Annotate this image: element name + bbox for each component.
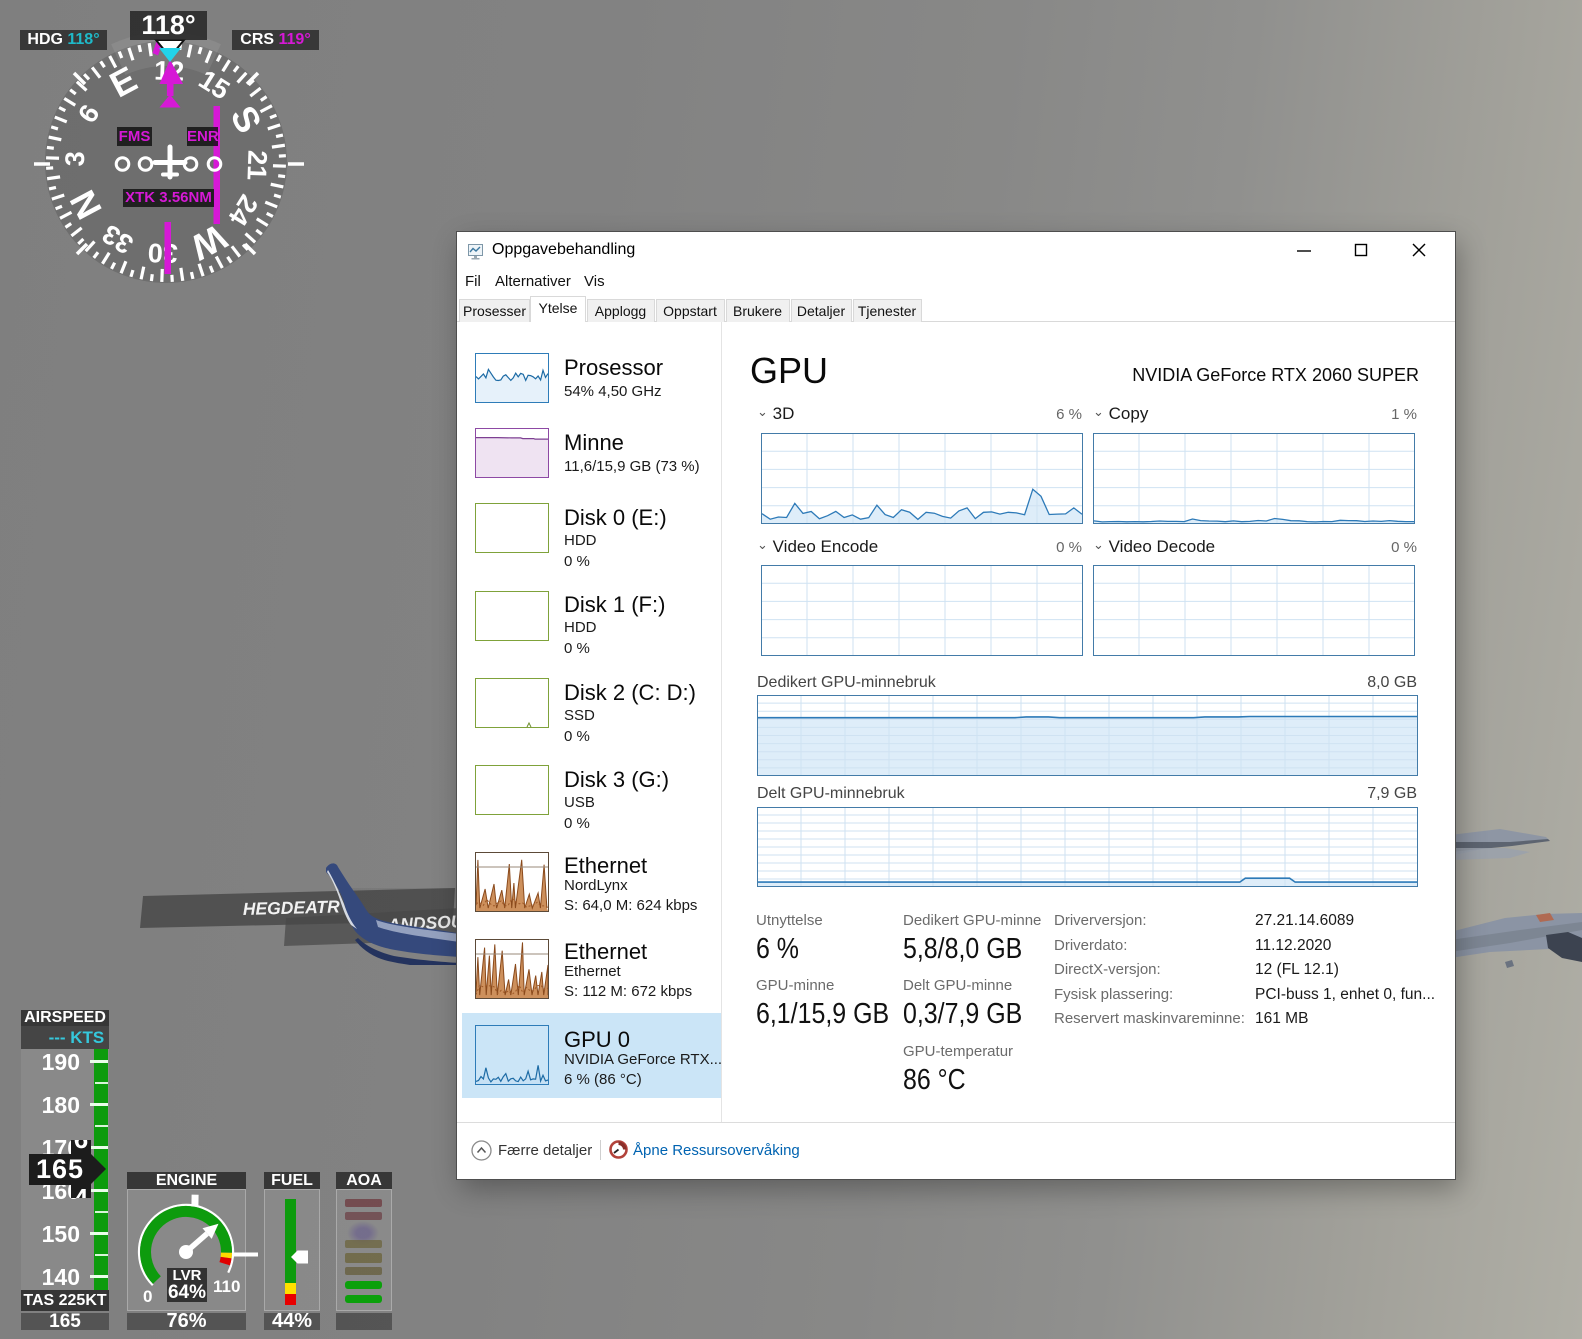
svg-text:30: 30 bbox=[147, 237, 178, 268]
svg-text:3: 3 bbox=[60, 151, 91, 167]
svg-text:21: 21 bbox=[241, 150, 272, 181]
svg-text:HEGDEATR: HEGDEATR bbox=[243, 896, 341, 919]
